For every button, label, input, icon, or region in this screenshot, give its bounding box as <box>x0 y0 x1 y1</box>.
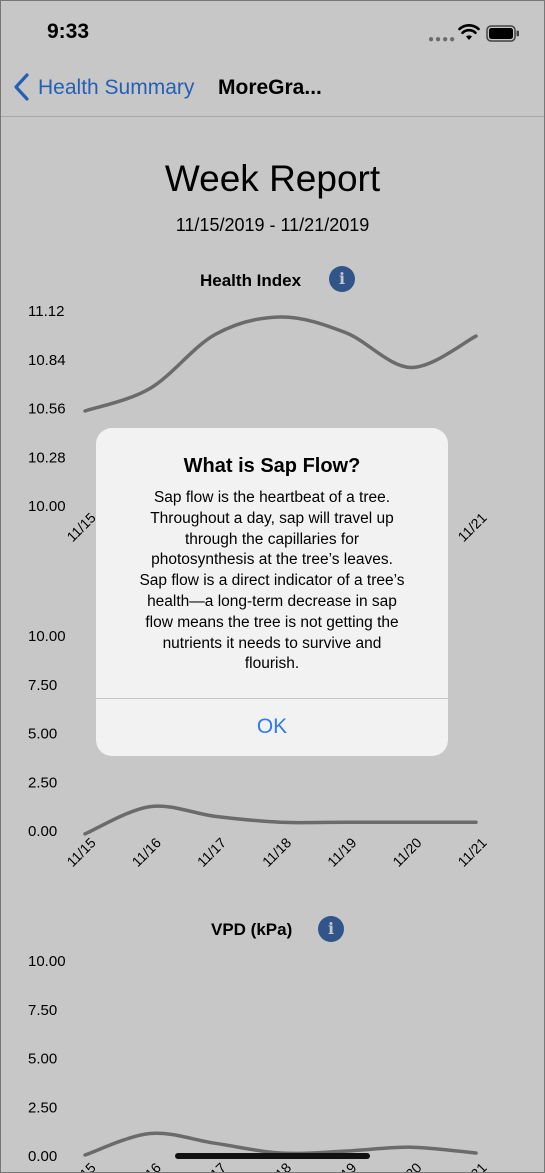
alert-message-line: Throughout a day, sap will travel up <box>150 509 394 527</box>
alert-message-line: through the capillaries for <box>184 530 360 548</box>
alert-message-line: nutrients it needs to survive and <box>162 634 382 652</box>
alert-title: What is Sap Flow? <box>183 455 361 477</box>
alert-message-line: Sap flow is a direct indicator of a tree… <box>139 572 405 590</box>
sap-flow-alert: What is Sap Flow? Sap flow is the heartb… <box>96 428 448 756</box>
ok-button[interactable]: OK <box>96 699 448 756</box>
alert-message-line: Sap flow is the heartbeat of a tree. <box>153 489 391 506</box>
alert-message-line: flow means the tree is not getting the <box>145 613 399 631</box>
alert-message-line: flourish. <box>244 655 300 673</box>
alert-message-line: photosynthesis at the tree’s leaves. <box>151 551 393 569</box>
app-screen: 9:33 ●●●● Health Summary MoreGra... Week… <box>0 0 545 1173</box>
alert-message-line: health—a long-term decrease in sap <box>147 592 397 610</box>
home-indicator[interactable] <box>175 1153 370 1159</box>
alert-message: Sap flow is the heartbeat of a tree. Thr… <box>112 488 432 675</box>
